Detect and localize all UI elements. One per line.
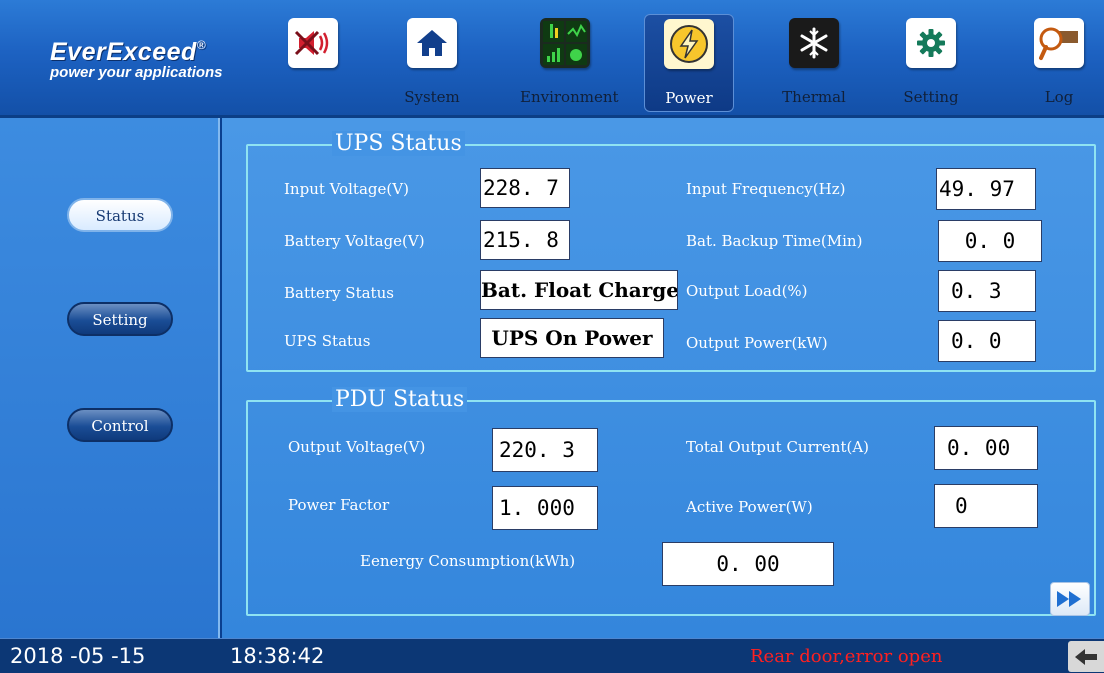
nav-setting[interactable]: Setting — [886, 14, 976, 112]
alarm-message: Rear door,error open — [750, 646, 943, 667]
back-button[interactable] — [1068, 641, 1104, 672]
gear-icon — [906, 18, 956, 68]
registered-mark: ® — [196, 38, 207, 52]
total-current-value: 0. 00 — [934, 426, 1038, 470]
back-arrow-icon — [1075, 648, 1097, 665]
next-page-button[interactable] — [1050, 582, 1090, 616]
energy-consumption-value: 0. 00 — [662, 542, 834, 586]
nav-thermal[interactable]: Thermal — [769, 14, 859, 112]
environment-grid-icon — [540, 18, 590, 68]
input-frequency-label: Input Frequency(Hz) — [686, 180, 846, 198]
energy-consumption-label: Eenergy Consumption(kWh) — [360, 552, 576, 570]
output-load-value: 0. 3 — [938, 270, 1036, 312]
mute-alarm-icon — [288, 18, 338, 68]
nav-label-system: System — [404, 88, 460, 106]
backup-time-label: Bat. Backup Time(Min) — [686, 232, 863, 250]
nav-system[interactable]: System — [387, 14, 477, 112]
ups-status-title: UPS Status — [332, 131, 465, 156]
ups-status-label: UPS Status — [284, 332, 371, 350]
nav-label-thermal: Thermal — [782, 88, 846, 106]
status-time: 18:38:42 — [230, 644, 325, 668]
output-power-value: 0. 0 — [938, 320, 1036, 362]
nav-label-setting: Setting — [903, 88, 959, 106]
input-frequency-value: 49. 97 — [936, 168, 1036, 210]
lightning-icon — [664, 19, 714, 69]
active-power-value: 0 — [934, 484, 1038, 528]
snowflake-icon — [789, 18, 839, 68]
backup-time-value: 0. 0 — [938, 220, 1042, 262]
nav-power[interactable]: Power — [644, 14, 734, 112]
total-current-label: Total Output Current(A) — [686, 438, 870, 456]
status-bar: 2018 -05 -15 18:38:42 Rear door,error op… — [0, 638, 1104, 673]
battery-voltage-value: 215. 8 — [480, 220, 570, 260]
active-power-label: Active Power(W) — [686, 498, 813, 516]
nav-log[interactable]: Log — [1014, 14, 1104, 112]
nav-label-log: Log — [1044, 88, 1074, 106]
nav-label-environment: Environment — [520, 88, 619, 106]
brand-logo: EverExceed® power your applications — [50, 38, 223, 81]
top-navigation-bar: EverExceed® power your applications Syst… — [0, 0, 1104, 118]
sidebar-item-setting[interactable]: Setting — [67, 302, 173, 336]
output-voltage-value: 220. 3 — [492, 428, 598, 472]
pdu-status-title: PDU Status — [332, 387, 468, 412]
home-icon — [407, 18, 457, 68]
power-factor-label: Power Factor — [288, 496, 390, 514]
input-voltage-label: Input Voltage(V) — [284, 180, 409, 198]
battery-status-label: Battery Status — [284, 284, 394, 302]
input-voltage-value: 228. 7 — [480, 168, 570, 208]
brand-name: EverExceed — [50, 38, 197, 66]
power-factor-value: 1. 000 — [492, 486, 598, 530]
brand-tagline: power your applications — [50, 64, 223, 81]
sidebar-item-status[interactable]: Status — [67, 198, 173, 232]
battery-voltage-label: Battery Voltage(V) — [284, 232, 425, 250]
nav-label-power: Power — [665, 89, 713, 107]
output-load-label: Output Load(%) — [686, 282, 808, 300]
fast-forward-icon — [1057, 591, 1081, 607]
battery-status-value: Bat. Float Charge — [480, 270, 678, 310]
nav-mute-alarm[interactable] — [268, 14, 358, 112]
magnifier-icon — [1034, 18, 1084, 68]
sidebar-item-control[interactable]: Control — [67, 408, 173, 442]
pdu-status-group: PDU Status Output Voltage(V) 220. 3 Powe… — [246, 387, 1096, 616]
nav-environment[interactable]: Environment — [520, 14, 619, 112]
output-voltage-label: Output Voltage(V) — [288, 438, 426, 456]
output-power-label: Output Power(kW) — [686, 334, 828, 352]
hmi-screen: EverExceed® power your applications Syst… — [0, 0, 1104, 673]
main-panel: UPS Status Input Voltage(V) 228. 7 Batte… — [222, 118, 1104, 638]
ups-status-value: UPS On Power — [480, 318, 664, 358]
sidebar: Status Setting Control — [0, 118, 220, 638]
ups-status-group: UPS Status Input Voltage(V) 228. 7 Batte… — [246, 131, 1096, 372]
status-date: 2018 -05 -15 — [10, 644, 146, 668]
